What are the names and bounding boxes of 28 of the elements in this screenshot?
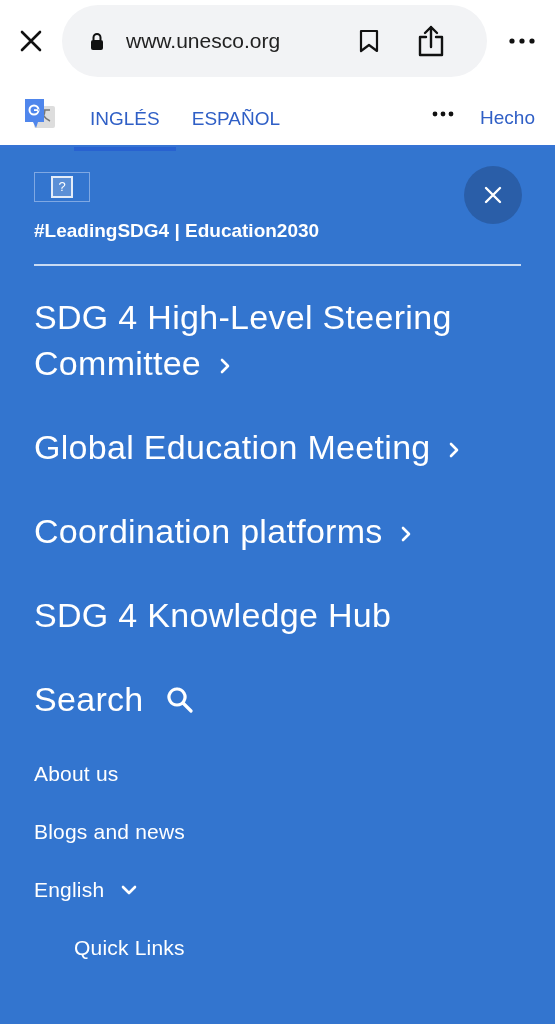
more-icon[interactable]	[432, 110, 455, 117]
translate-icon	[24, 97, 56, 130]
chevron-right-icon	[448, 441, 461, 459]
done-button[interactable]: Hecho	[480, 98, 535, 129]
menu-link[interactable]: Global Education Meeting	[34, 424, 521, 470]
chevron-right-icon	[400, 525, 413, 543]
chevron-right-icon	[218, 357, 231, 375]
tagline: #LeadingSDG4 | Education2030	[34, 220, 321, 242]
menu-link[interactable]: Blogs and news	[34, 818, 186, 846]
address-bar[interactable]: www.unesco.org	[62, 5, 487, 77]
menu-link[interactable]: SDG 4 High-Level Steering Committee	[34, 294, 521, 386]
close-icon[interactable]	[20, 30, 42, 52]
menu-link[interactable]: About us	[34, 760, 119, 788]
menu-link[interactable]: SDG 4 Knowledge Hub	[34, 592, 521, 638]
language-tab[interactable]: ESPAÑOL	[175, 82, 297, 151]
lock-icon	[90, 32, 104, 50]
broken-image-icon: ?	[34, 172, 90, 202]
bookmark-icon[interactable]	[359, 29, 379, 53]
search-icon	[167, 687, 194, 713]
menu-link[interactable]: Coordination platforms	[34, 508, 521, 554]
chevron-down-icon	[120, 884, 139, 896]
close-icon	[484, 186, 502, 204]
menu-link[interactable]: Quick Links	[74, 934, 185, 962]
url-text[interactable]: www.unesco.org	[126, 29, 359, 53]
more-icon[interactable]	[509, 38, 535, 44]
share-icon[interactable]	[417, 25, 445, 57]
menu-link[interactable]: Search	[34, 676, 521, 722]
menu-link[interactable]: English	[34, 876, 139, 904]
